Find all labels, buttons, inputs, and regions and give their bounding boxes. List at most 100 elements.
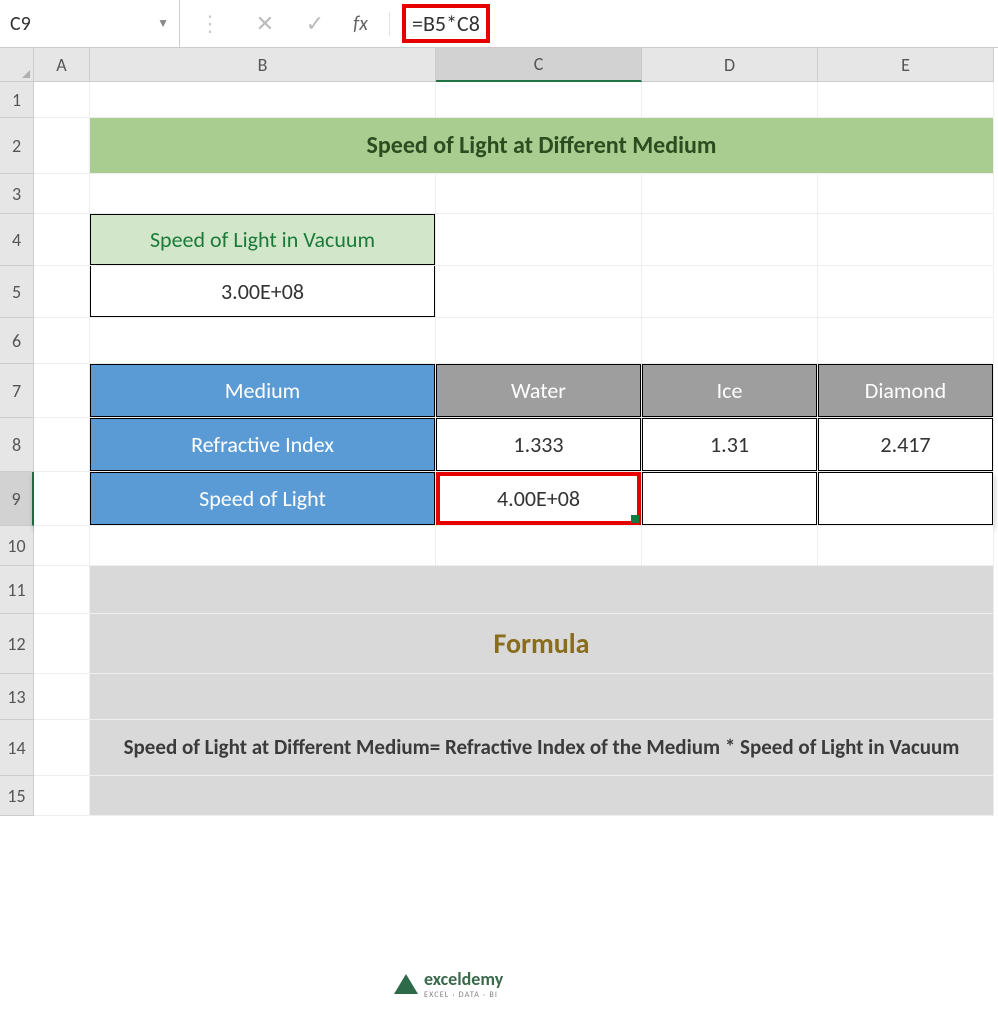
cell[interactable] [34,472,90,526]
cell[interactable]: Ice [642,364,818,418]
row-header[interactable]: 12 [0,614,34,674]
table-row-header: Speed of Light [90,472,435,525]
cell[interactable]: 1.31 [642,418,818,472]
row-header[interactable]: 10 [0,526,34,566]
table-header: Ice [642,364,817,417]
cell[interactable] [818,174,994,214]
row-header[interactable]: 9 [0,472,34,526]
cell[interactable] [34,214,90,266]
cell[interactable] [90,318,436,364]
cell[interactable] [642,174,818,214]
cell[interactable] [818,472,994,526]
row-header[interactable]: 3 [0,174,34,214]
cell[interactable]: Speed of Light [90,472,436,526]
title-cell[interactable]: Speed of Light at Different Medium [90,118,994,174]
row-header[interactable]: 1 [0,82,34,118]
formula-input[interactable]: =B5*C8 [390,4,998,43]
cell[interactable]: Diamond [818,364,994,418]
row-header[interactable]: 14 [0,720,34,776]
column-header[interactable]: E [818,48,994,82]
cell[interactable] [34,266,90,318]
row-header[interactable]: 2 [0,118,34,174]
table-cell: 1.31 [642,418,817,471]
cancel-icon[interactable]: ✕ [240,10,290,37]
select-all-corner[interactable] [0,48,34,82]
cell[interactable] [34,364,90,418]
cell[interactable] [642,214,818,266]
row-header[interactable]: 13 [0,674,34,720]
cell[interactable]: Speed of Light at Different Medium= Refr… [90,720,994,776]
cell[interactable] [818,214,994,266]
cells-area: A B C D E Speed of Light at Different Me… [34,48,994,816]
cell[interactable] [436,214,642,266]
cell[interactable] [90,82,436,118]
vacuum-value-cell[interactable]: 3.00E+08 [90,266,436,318]
cell[interactable] [436,526,642,566]
cell[interactable] [642,82,818,118]
cell[interactable] [90,566,994,614]
cell[interactable] [818,526,994,566]
vacuum-value: 3.00E+08 [90,266,435,317]
cell[interactable] [642,526,818,566]
fx-icon[interactable]: fx [340,12,390,36]
cell[interactable] [34,776,90,816]
row-headers: 1 2 3 4 5 6 7 8 9 10 11 12 13 14 15 [0,48,34,816]
cell[interactable] [34,118,90,174]
table-cell: 4.00E+08 [436,472,641,525]
column-header[interactable]: D [642,48,818,82]
table-cell [818,472,993,525]
cell[interactable] [90,674,994,720]
divider-icon: ⋮ [180,10,240,37]
column-headers: A B C D E [34,48,994,82]
column-header[interactable]: A [34,48,90,82]
cell[interactable]: Water [436,364,642,418]
cell[interactable] [818,266,994,318]
name-box[interactable]: C9 ▼ [0,0,180,47]
cell[interactable] [34,566,90,614]
cell[interactable] [818,318,994,364]
cell[interactable] [34,318,90,364]
cell[interactable]: Refractive Index [90,418,436,472]
cell[interactable] [818,82,994,118]
vacuum-label-cell[interactable]: Speed of Light in Vacuum [90,214,436,266]
cell[interactable] [642,318,818,364]
table-cell [642,472,817,525]
active-cell[interactable]: 4.00E+08 [436,472,642,526]
cell[interactable] [34,526,90,566]
row-header[interactable]: 7 [0,364,34,418]
cell[interactable] [34,614,90,674]
formula-description: Speed of Light at Different Medium= Refr… [100,733,984,762]
column-header[interactable]: B [90,48,436,82]
row-header[interactable]: 8 [0,418,34,472]
column-header[interactable]: C [436,48,642,82]
confirm-icon[interactable]: ✓ [290,10,340,37]
chevron-down-icon[interactable]: ▼ [157,16,169,31]
cell[interactable] [34,720,90,776]
spreadsheet-grid: 1 2 3 4 5 6 7 8 9 10 11 12 13 14 15 A B … [0,48,998,816]
cell[interactable] [34,674,90,720]
cell[interactable]: 1.333 [436,418,642,472]
cell[interactable] [436,174,642,214]
cell[interactable] [34,418,90,472]
cell[interactable] [90,776,994,816]
row-header[interactable]: 5 [0,266,34,318]
cell[interactable] [642,472,818,526]
cell[interactable]: Formula [90,614,994,674]
cell[interactable] [436,82,642,118]
cell[interactable] [90,174,436,214]
watermark: exceldemy EXCEL · DATA · BI [394,968,503,1000]
row-header[interactable]: 6 [0,318,34,364]
row-header[interactable]: 4 [0,214,34,266]
page-title: Speed of Light at Different Medium [90,118,993,173]
cell[interactable] [34,82,90,118]
cell[interactable] [436,318,642,364]
cell[interactable]: 2.417 [818,418,994,472]
cell[interactable] [642,266,818,318]
cell[interactable]: Medium [90,364,436,418]
cell[interactable] [436,266,642,318]
cell[interactable] [90,526,436,566]
row-header[interactable]: 11 [0,566,34,614]
row-header[interactable]: 15 [0,776,34,816]
table-header: Medium [90,364,435,417]
cell[interactable] [34,174,90,214]
